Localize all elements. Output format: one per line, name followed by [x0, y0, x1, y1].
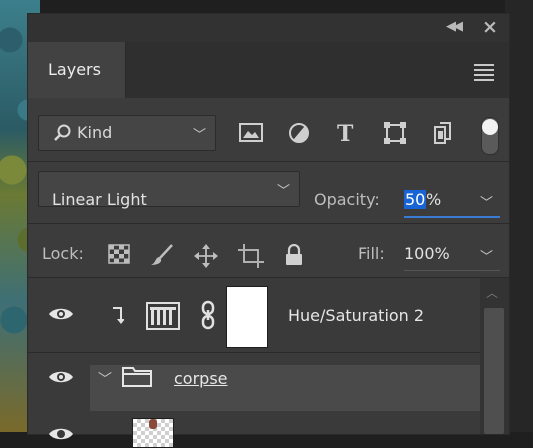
tab-layers-label: Layers: [48, 60, 101, 79]
opacity-label: Opacity:: [314, 190, 380, 209]
filter-kind-label: Kind: [77, 123, 113, 142]
collapse-panels-icon[interactable]: ◀◀: [446, 19, 463, 34]
image-filter-icon[interactable]: [238, 121, 264, 145]
smart-object-filter-icon[interactable]: [430, 121, 456, 145]
panel-tab-bar: Layers: [28, 42, 509, 98]
opacity-input[interactable]: 50 % ﹀: [404, 186, 500, 218]
brush-icon[interactable]: [150, 244, 174, 266]
lock-transparent-pixels-icon[interactable]: [108, 244, 130, 264]
lock-label: Lock:: [42, 244, 84, 263]
eye-icon[interactable]: [48, 369, 74, 385]
panel-menu-icon[interactable]: [474, 64, 494, 84]
layer-name: corpse: [174, 369, 228, 388]
layer-name: Hue/Saturation 2: [288, 306, 425, 325]
shape-filter-icon[interactable]: [382, 121, 408, 145]
layer-row-hue-saturation[interactable]: Hue/Saturation 2: [28, 278, 480, 352]
hue-saturation-adjustment-icon: [146, 302, 180, 330]
toggle-knob: [482, 119, 498, 135]
chevron-down-icon[interactable]: ﹀: [98, 369, 112, 389]
move-icon[interactable]: [194, 244, 218, 268]
layers-list: Hue/Saturation 2 ﹀ corpse: [28, 278, 480, 448]
fill-input[interactable]: 100% ﹀: [404, 240, 500, 271]
tab-layers[interactable]: Layers: [28, 42, 126, 98]
artboard-lock-icon[interactable]: [238, 244, 264, 268]
opacity-selected-text: 50: [404, 190, 427, 209]
layers-panel: ◀◀ × Layers Kind ﹀ T ﹀ Linear Light Opac…: [28, 14, 509, 448]
close-panel-icon[interactable]: ×: [482, 16, 498, 38]
workspace-edge: [505, 0, 533, 432]
fill-value: 100%: [404, 244, 450, 263]
layer-thumbnail[interactable]: [132, 418, 174, 448]
panel-header-strip: ◀◀ ×: [28, 14, 509, 42]
blend-mode-value: Linear Light: [52, 190, 147, 209]
scroll-up-icon[interactable]: ︿: [486, 284, 498, 301]
search-icon: [54, 124, 71, 141]
layer-row-corpse-group[interactable]: ﹀ corpse: [28, 353, 480, 401]
adjustment-filter-icon[interactable]: [286, 121, 312, 145]
folder-icon: [122, 367, 152, 387]
divider: [28, 161, 509, 162]
svg-text:T: T: [337, 121, 354, 145]
type-filter-icon[interactable]: T: [334, 121, 360, 145]
eye-icon[interactable]: [48, 426, 74, 442]
filter-kind-select[interactable]: Kind ﹀: [38, 115, 216, 151]
clipping-mask-arrow-icon: [113, 307, 124, 324]
scrollbar-thumb[interactable]: [484, 308, 504, 434]
lock-all-icon[interactable]: [284, 244, 304, 266]
thumbnail-figure: [149, 419, 157, 429]
chevron-down-icon[interactable]: ﹀: [480, 192, 493, 211]
chevron-down-icon: ﹀: [277, 184, 291, 199]
chevron-down-icon: ﹀: [193, 128, 207, 143]
layer-mask-thumbnail[interactable]: [226, 286, 268, 348]
fill-label: Fill:: [358, 244, 385, 263]
link-icon[interactable]: [200, 300, 216, 330]
opacity-suffix: %: [426, 190, 442, 209]
layer-row-pixel[interactable]: [28, 402, 480, 448]
divider: [28, 223, 509, 224]
layers-scrollbar[interactable]: ︿: [480, 278, 509, 434]
eye-icon[interactable]: [48, 306, 74, 322]
chevron-down-icon[interactable]: ﹀: [480, 246, 493, 265]
filter-toggle-switch[interactable]: [481, 117, 499, 155]
